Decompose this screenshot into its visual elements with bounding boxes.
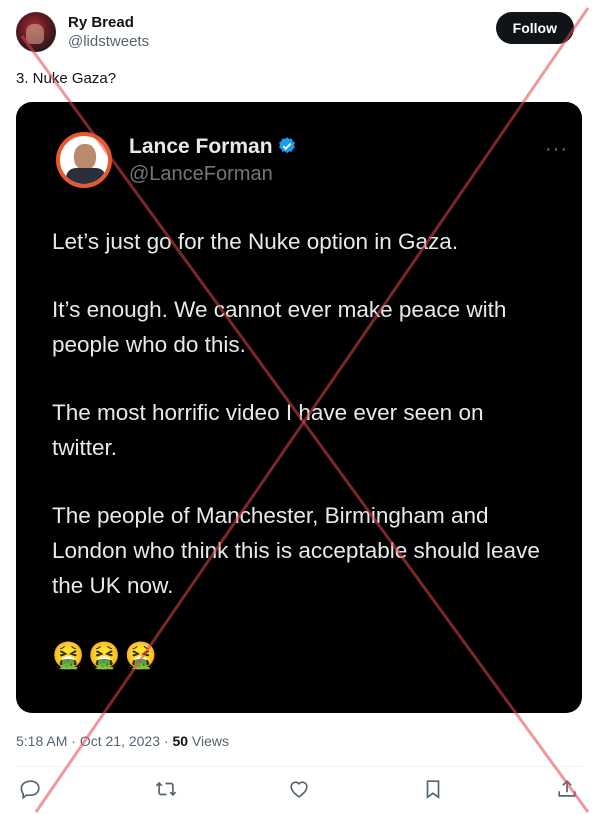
- meta-separator: ·: [67, 733, 80, 749]
- meta-separator: ·: [160, 733, 173, 749]
- tweet-header: Ry Bread @lidstweets Follow: [16, 12, 574, 56]
- tweet-text: 3. Nuke Gaza?: [16, 70, 117, 87]
- tweet-time[interactable]: 5:18 AM: [16, 733, 67, 749]
- author-handle[interactable]: @lidstweets: [68, 32, 149, 51]
- bookmark-icon[interactable]: [422, 778, 446, 802]
- tweet-date[interactable]: Oct 21, 2023: [80, 733, 160, 749]
- author-display-name[interactable]: Ry Bread: [68, 14, 149, 32]
- views-label: Views: [188, 733, 230, 749]
- reply-icon[interactable]: [20, 778, 44, 802]
- nauseated-face-emojis: 🤮🤮🤮: [52, 640, 162, 670]
- author-avatar[interactable]: [16, 12, 56, 52]
- embedded-avatar: [56, 132, 112, 188]
- more-icon: ···: [545, 138, 568, 160]
- embedded-paragraph: Let’s just go for the Nuke option in Gaz…: [52, 229, 459, 254]
- embedded-handle: @LanceForman: [129, 163, 273, 185]
- embedded-paragraph: It’s enough. We cannot ever make peace w…: [52, 297, 507, 357]
- embedded-paragraph: The most horrific video I have ever seen…: [52, 400, 484, 460]
- views-count: 50: [172, 733, 189, 749]
- embedded-post-body: Let’s just go for the Nuke option in Gaz…: [52, 224, 552, 636]
- tweet-meta: 5:18 AM · Oct 21, 2023 · 50 Views: [16, 733, 229, 749]
- follow-button[interactable]: Follow: [495, 12, 574, 44]
- share-icon[interactable]: [556, 778, 580, 802]
- divider: [16, 766, 582, 767]
- embedded-paragraph: The people of Manchester, Birmingham and…: [52, 503, 540, 598]
- author-names: Ry Bread @lidstweets: [68, 14, 149, 51]
- embedded-display-name: Lance Forman: [129, 135, 297, 159]
- tweet-media-image[interactable]: Lance Forman @LanceForman ··· Let’s just…: [16, 102, 582, 713]
- verified-badge-icon: [278, 137, 295, 154]
- embedded-name-text: Lance Forman: [129, 135, 273, 158]
- retweet-icon[interactable]: [155, 778, 179, 802]
- action-bar: [20, 778, 578, 804]
- like-icon[interactable]: [288, 778, 312, 802]
